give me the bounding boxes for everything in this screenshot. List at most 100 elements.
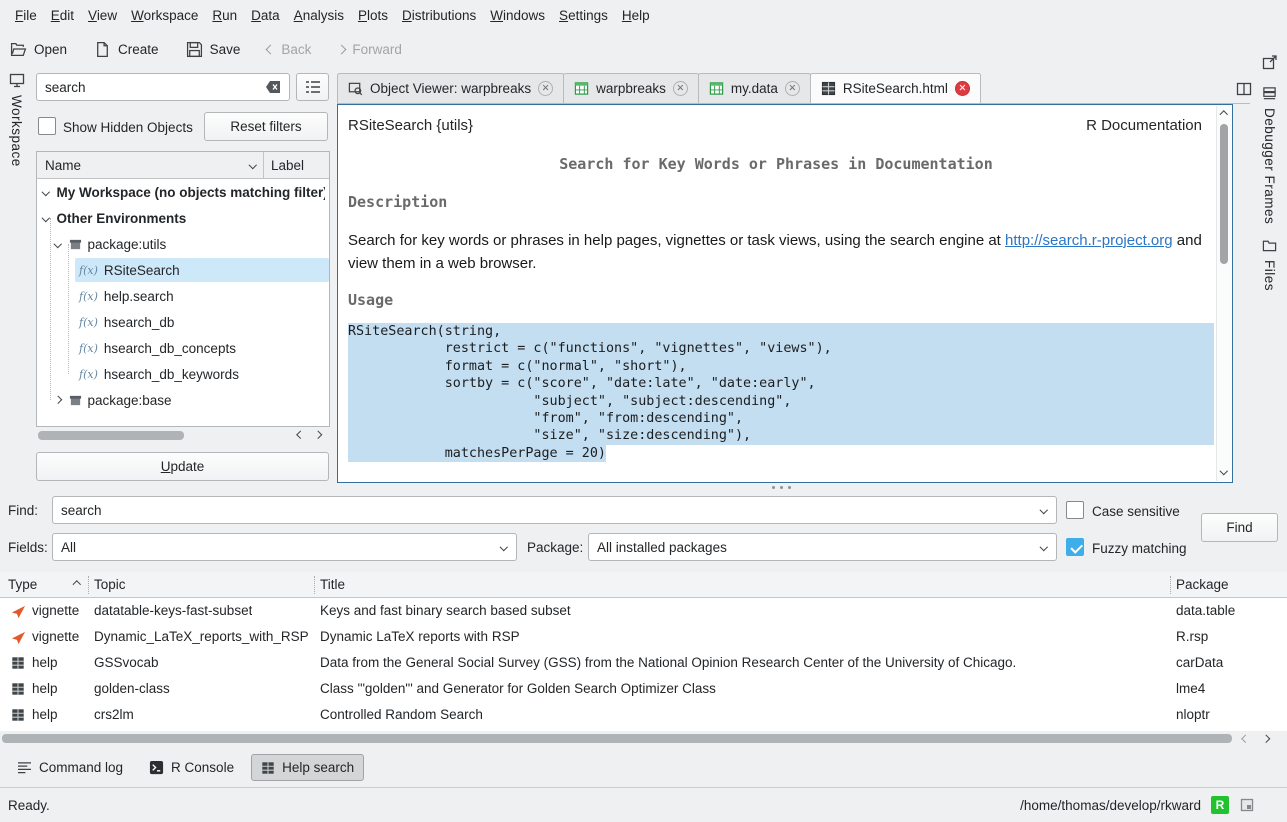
fields-label: Fields: bbox=[8, 540, 48, 555]
case-sensitive-label: Case sensitive bbox=[1092, 504, 1180, 519]
close-tab-icon[interactable]: ✕ bbox=[673, 81, 688, 96]
scroll-right-icon[interactable] bbox=[1262, 735, 1270, 743]
doc-vscrollbar[interactable] bbox=[1216, 106, 1231, 481]
result-row[interactable]: vignettedatatable-keys-fast-subsetKeys a… bbox=[0, 598, 1287, 624]
forward-button[interactable]: Forward bbox=[338, 42, 402, 57]
tree-item-help-search[interactable]: f(x) help.search bbox=[37, 283, 329, 309]
expander-icon[interactable] bbox=[54, 240, 62, 248]
fields-value: All bbox=[61, 540, 76, 555]
r-console-button[interactable]: R Console bbox=[140, 755, 243, 780]
expander-icon[interactable] bbox=[54, 396, 62, 404]
col-header-topic[interactable]: Topic bbox=[94, 577, 126, 592]
detach-view-icon[interactable] bbox=[1262, 54, 1278, 70]
tree-item-rsitesearch[interactable]: f(x) RSiteSearch bbox=[37, 257, 329, 283]
close-tab-icon[interactable]: ✕ bbox=[955, 81, 970, 96]
scroll-up-icon[interactable] bbox=[1220, 111, 1228, 119]
scroll-down-icon[interactable] bbox=[1220, 466, 1228, 474]
expander-icon[interactable] bbox=[42, 188, 50, 196]
scroll-right-icon[interactable] bbox=[314, 431, 322, 439]
console-icon bbox=[149, 760, 164, 775]
menu-settings[interactable]: Settings bbox=[552, 4, 615, 27]
tree-item-hsearch-db-concepts[interactable]: f(x) hsearch_db_concepts bbox=[37, 335, 329, 361]
create-button[interactable]: Create bbox=[94, 41, 159, 58]
menu-edit[interactable]: Edit bbox=[44, 4, 81, 27]
debugger-frames-label: Debugger Frames bbox=[1262, 108, 1277, 224]
col-header-type[interactable]: Type bbox=[8, 577, 37, 592]
result-row[interactable]: helpcrs2lmControlled Random Searchnloptr bbox=[0, 702, 1287, 728]
results-hscrollbar[interactable] bbox=[0, 731, 1287, 747]
tree-item-package-utils[interactable]: package:utils bbox=[37, 231, 329, 257]
col-header-title[interactable]: Title bbox=[320, 577, 345, 592]
tab-warpbreaks[interactable]: warpbreaks ✕ bbox=[563, 73, 699, 103]
fuzzy-matching-checkbox[interactable] bbox=[1066, 538, 1084, 556]
help-search-button[interactable]: Help search bbox=[251, 754, 364, 781]
workspace-icon bbox=[9, 72, 25, 88]
close-tab-icon[interactable]: ✕ bbox=[538, 81, 553, 96]
tab-rsitesearch-html[interactable]: RSiteSearch.html ✕ bbox=[810, 73, 981, 103]
menu-workspace[interactable]: Workspace bbox=[124, 4, 205, 27]
column-header-label[interactable]: Label bbox=[263, 152, 329, 178]
table-icon bbox=[574, 81, 589, 96]
back-button[interactable]: Back bbox=[267, 42, 311, 57]
update-button[interactable]: Update bbox=[36, 452, 329, 481]
command-log-button[interactable]: Command log bbox=[8, 755, 132, 780]
menu-help[interactable]: Help bbox=[615, 4, 657, 27]
sort-dropdown-icon[interactable] bbox=[248, 161, 256, 169]
debugger-frames-dock-tab[interactable]: Debugger Frames bbox=[1256, 86, 1283, 224]
open-button[interactable]: Open bbox=[10, 41, 67, 58]
result-row[interactable]: helpGSSvocabData from the General Social… bbox=[0, 650, 1287, 676]
splitter-handle[interactable] bbox=[772, 486, 791, 489]
doc-link[interactable]: http://search.r-project.org bbox=[1005, 232, 1173, 249]
result-row[interactable]: helpgolden-classClass '"golden"' and Gen… bbox=[0, 676, 1287, 702]
fields-combobox[interactable]: All bbox=[52, 533, 517, 561]
close-tab-icon[interactable]: ✕ bbox=[785, 81, 800, 96]
clear-search-icon[interactable] bbox=[265, 79, 282, 95]
col-header-package[interactable]: Package bbox=[1176, 577, 1229, 592]
scrollbar-thumb[interactable] bbox=[38, 431, 184, 440]
find-button-label: Find bbox=[1226, 520, 1252, 535]
menu-file[interactable]: File bbox=[8, 4, 44, 27]
find-combobox[interactable]: search bbox=[52, 496, 1057, 524]
tree-item-my-workspace[interactable]: My Workspace (no objects matching filter… bbox=[37, 179, 329, 205]
doc-usage-heading: Usage bbox=[348, 291, 393, 309]
forward-icon bbox=[337, 44, 347, 54]
code-selected-lastline: matchesPerPage = 20) bbox=[348, 445, 606, 462]
menu-plots[interactable]: Plots bbox=[351, 4, 395, 27]
tree-item-package-base[interactable]: package:base bbox=[37, 387, 329, 413]
tree-item-hsearch-db[interactable]: f(x) hsearch_db bbox=[37, 309, 329, 335]
back-label: Back bbox=[281, 42, 311, 57]
workspace-search-input[interactable] bbox=[36, 73, 290, 101]
list-options-button[interactable] bbox=[296, 73, 329, 101]
workspace-hscrollbar[interactable] bbox=[36, 428, 330, 443]
menu-view[interactable]: View bbox=[81, 4, 124, 27]
expander-icon[interactable] bbox=[42, 214, 50, 222]
column-header-name[interactable]: Name bbox=[37, 158, 263, 173]
vignette-icon bbox=[11, 630, 26, 645]
package-combobox[interactable]: All installed packages bbox=[588, 533, 1057, 561]
tab-label: RSiteSearch.html bbox=[843, 81, 948, 96]
find-button[interactable]: Find bbox=[1201, 513, 1278, 542]
case-sensitive-checkbox[interactable] bbox=[1066, 501, 1084, 519]
tab-my-data[interactable]: my.data ✕ bbox=[698, 73, 811, 103]
files-dock-tab[interactable]: Files bbox=[1256, 238, 1283, 291]
package-icon bbox=[69, 394, 82, 407]
scrollbar-thumb[interactable] bbox=[1220, 124, 1228, 264]
split-view-icon[interactable] bbox=[1236, 81, 1252, 97]
menu-data[interactable]: Data bbox=[244, 4, 287, 27]
tab-object-viewer-warpbreaks[interactable]: Object Viewer: warpbreaks ✕ bbox=[337, 73, 564, 103]
show-hidden-checkbox[interactable] bbox=[38, 117, 56, 135]
workspace-dock-label: Workspace bbox=[9, 95, 24, 167]
tree-item-hsearch-db-keywords[interactable]: f(x) hsearch_db_keywords bbox=[37, 361, 329, 387]
save-button[interactable]: Save bbox=[186, 41, 241, 58]
scrollbar-thumb[interactable] bbox=[2, 734, 1232, 743]
tree-item-other-environments[interactable]: Other Environments bbox=[37, 205, 329, 231]
reset-filters-button[interactable]: Reset filters bbox=[204, 112, 328, 141]
workspace-dock-tab[interactable]: Workspace bbox=[3, 72, 30, 167]
result-row[interactable]: vignetteDynamic_LaTeX_reports_with_RSPDy… bbox=[0, 624, 1287, 650]
menu-run[interactable]: Run bbox=[205, 4, 244, 27]
scroll-left-icon[interactable] bbox=[297, 431, 305, 439]
scroll-left-icon[interactable] bbox=[1242, 735, 1250, 743]
menu-windows[interactable]: Windows bbox=[483, 4, 552, 27]
menu-distributions[interactable]: Distributions bbox=[395, 4, 483, 27]
menu-analysis[interactable]: Analysis bbox=[287, 4, 351, 27]
